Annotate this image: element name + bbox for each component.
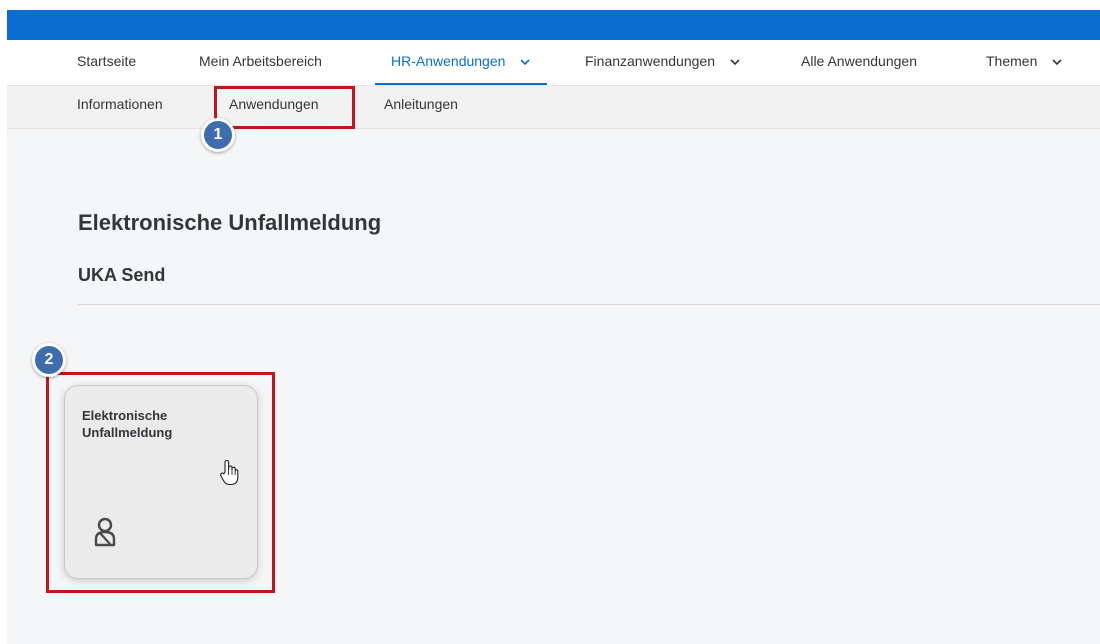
window-frame-top [0, 0, 1100, 10]
nav-tab-hr-anwendungen[interactable]: HR-Anwendungen [374, 40, 548, 85]
chevron-down-icon [1052, 59, 1062, 66]
subnav-tab-informationen[interactable]: Informationen [77, 86, 163, 122]
nav-tab-alle-anwendungen[interactable]: Alle Anwendungen [801, 40, 917, 85]
chevron-down-icon [520, 59, 530, 66]
nav-tab-label: Startseite [77, 53, 137, 69]
group-divider [78, 304, 1100, 305]
group-title: UKA Send [78, 265, 166, 285]
tile-title: Elektronische Unfallmeldung [82, 408, 173, 440]
shell-bar [7, 10, 1100, 40]
sub-navigation: Informationen Anwendungen Anleitungen [7, 86, 1100, 129]
step-badge-1: 1 [201, 118, 235, 152]
nav-tab-label: Finanzanwendungen [585, 53, 715, 69]
subnav-tab-anleitungen[interactable]: Anleitungen [384, 86, 458, 122]
page-title: Elektronische Unfallmeldung [78, 210, 382, 235]
top-navigation: Startseite Mein Arbeitsbereich HR-Anwend… [7, 40, 1100, 86]
step-badge-2: 2 [32, 343, 66, 377]
nav-tab-label: Mein Arbeitsbereich [199, 53, 322, 69]
nav-tab-label: HR-Anwendungen [391, 53, 506, 69]
nav-tab-themen[interactable]: Themen [986, 40, 1063, 85]
nav-tab-mein-arbeitsbereich[interactable]: Mein Arbeitsbereich [199, 40, 322, 85]
window-frame-left [0, 0, 7, 644]
hand-cursor-icon [220, 459, 239, 486]
highlight-box-anwendungen [214, 86, 355, 129]
person-icon [94, 517, 116, 547]
nav-tab-startseite[interactable]: Startseite [77, 40, 136, 85]
nav-tab-label: Themen [986, 53, 1038, 69]
chevron-down-icon [730, 59, 740, 66]
nav-tab-label: Alle Anwendungen [801, 53, 917, 69]
nav-tab-finanzanwendungen[interactable]: Finanzanwendungen [585, 40, 741, 85]
subnav-tab-label: Anleitungen [384, 96, 458, 112]
subnav-tab-label: Informationen [77, 96, 163, 112]
